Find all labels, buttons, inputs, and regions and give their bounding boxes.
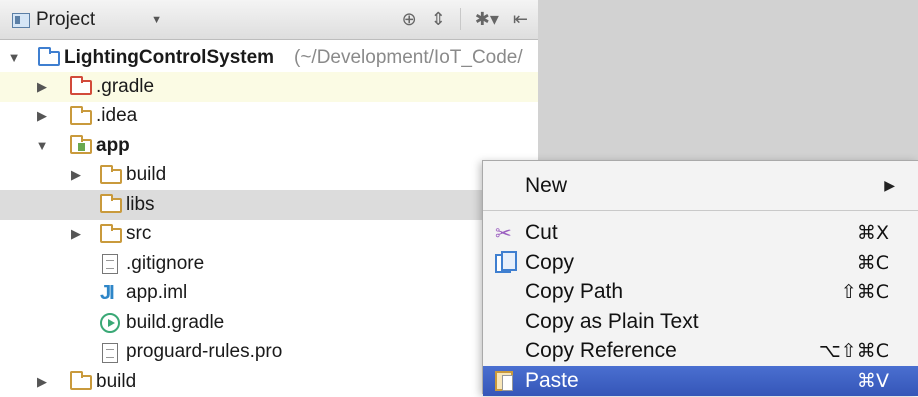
tree-node-label: app.iml	[126, 282, 188, 304]
tree-node-build-gradle[interactable]: build.gradle	[0, 308, 538, 338]
folder-icon	[70, 76, 92, 95]
menu-item-paste[interactable]: Paste ⌘V	[483, 366, 918, 396]
tree-node-label: .gitignore	[126, 252, 205, 274]
menu-shortcut: ⌥⇧⌘C	[818, 340, 889, 363]
menu-item-copy[interactable]: Copy ⌘C	[483, 248, 918, 278]
module-folder-icon	[38, 47, 60, 66]
tree-node-build-root[interactable]: ▶ build	[0, 367, 538, 397]
settings-gear-icon[interactable]: ✱▾	[475, 9, 499, 30]
project-icon	[12, 12, 30, 28]
menu-item-cut[interactable]: ✂ Cut ⌘X	[483, 219, 918, 249]
tree-node-idea[interactable]: ▶ .idea	[0, 102, 538, 132]
collapsed-arrow-icon[interactable]: ▶	[34, 79, 50, 95]
menu-item-label: Copy Reference	[525, 339, 677, 363]
tree-node-root[interactable]: ▼ LightingControlSystem (~/Development/I…	[0, 43, 538, 73]
text-file-icon	[102, 254, 118, 274]
project-toolwindow-header: Project ▼ ⊕ ⇕ ✱▾ ⇤	[0, 0, 538, 40]
menu-item-label: Cut	[525, 221, 558, 245]
folder-icon	[100, 223, 122, 243]
collapsed-arrow-icon[interactable]: ▶	[34, 374, 50, 390]
project-tree: ▼ LightingControlSystem (~/Development/I…	[0, 40, 538, 394]
tree-node-label: build	[126, 164, 167, 186]
menu-item-label: Copy as Plain Text	[525, 309, 699, 333]
tree-node-label: src	[126, 223, 152, 245]
collapsed-arrow-icon[interactable]: ▶	[68, 167, 84, 183]
menu-divider	[483, 210, 918, 211]
submenu-arrow-icon: ▶	[884, 177, 895, 194]
menu-item-label: New	[525, 173, 568, 197]
menu-item-copy-path[interactable]: Copy Path ⇧⌘C	[483, 278, 918, 308]
gradle-icon	[100, 313, 120, 333]
collapsed-arrow-icon[interactable]: ▶	[34, 108, 50, 124]
menu-item-label: Paste	[525, 368, 579, 392]
intellij-module-icon: JI	[100, 281, 115, 304]
menu-shortcut: ⌘C	[856, 251, 889, 274]
folder-icon	[100, 164, 122, 184]
folder-icon	[70, 105, 92, 125]
scissors-icon: ✂	[495, 221, 512, 246]
menu-item-label: Copy Path	[525, 280, 624, 304]
text-file-icon	[102, 342, 118, 363]
module-folder-icon	[70, 135, 92, 154]
tree-node-src[interactable]: ▶ src	[0, 220, 538, 250]
folder-icon	[70, 371, 92, 390]
dropdown-arrow-icon: ▼	[151, 14, 162, 26]
folder-icon	[100, 194, 122, 213]
menu-shortcut: ⌘X	[856, 222, 889, 245]
tree-node-gitignore[interactable]: .gitignore	[0, 249, 538, 279]
menu-shortcut: ⌘V	[857, 369, 889, 392]
tree-node-label: app	[96, 134, 130, 156]
tree-node-label: build	[96, 370, 137, 392]
toolbar-divider	[459, 8, 461, 30]
menu-item-label: Copy	[525, 250, 575, 274]
collapse-all-icon[interactable]: ⇕	[431, 9, 446, 30]
tree-node-label: .gradle	[96, 75, 155, 97]
root-project-path: (~/Development/IoT_Code/	[294, 46, 523, 68]
menu-item-new[interactable]: New ▶	[483, 171, 918, 201]
tree-node-label: libs	[126, 193, 155, 215]
tree-node-app[interactable]: ▼ app	[0, 131, 538, 161]
collapsed-arrow-icon[interactable]: ▶	[68, 226, 84, 242]
tree-node-gradle[interactable]: ▶ .gradle	[0, 72, 538, 102]
tree-node-build[interactable]: ▶ build	[0, 161, 538, 191]
project-view-selector[interactable]: Project ▼	[6, 6, 168, 34]
tree-node-app-iml[interactable]: JI app.iml	[0, 279, 538, 309]
hide-panel-icon[interactable]: ⇤	[513, 9, 528, 30]
expanded-arrow-icon[interactable]: ▼	[34, 138, 50, 153]
menu-shortcut: ⇧⌘C	[840, 281, 889, 304]
tree-node-label: proguard-rules.pro	[126, 341, 283, 363]
project-view-label: Project	[36, 9, 96, 30]
tree-node-libs[interactable]: libs	[0, 190, 538, 220]
expanded-arrow-icon[interactable]: ▼	[6, 50, 22, 65]
scroll-from-source-icon[interactable]: ⊕	[402, 9, 417, 30]
root-project-name: LightingControlSystem	[64, 46, 275, 68]
context-menu: New ▶ ✂ Cut ⌘X Copy ⌘C Copy Path ⇧⌘C Cop…	[482, 160, 918, 396]
paste-icon	[495, 371, 513, 391]
tree-node-proguard[interactable]: proguard-rules.pro	[0, 338, 538, 368]
menu-item-copy-plain-text[interactable]: Copy as Plain Text	[483, 307, 918, 337]
tree-node-label: build.gradle	[126, 311, 225, 333]
menu-item-copy-reference[interactable]: Copy Reference ⌥⇧⌘C	[483, 337, 918, 367]
toolwindow-actions: ⊕ ⇕ ✱▾ ⇤	[402, 8, 528, 30]
copy-icon	[495, 251, 517, 273]
tree-node-label: .idea	[96, 105, 138, 127]
